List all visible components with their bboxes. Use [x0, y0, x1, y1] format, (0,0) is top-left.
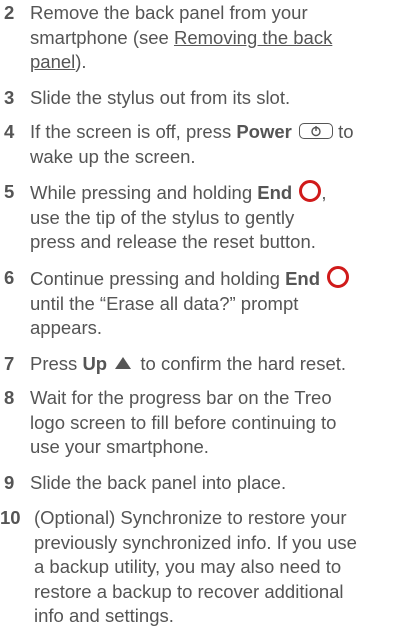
- step-line: Wait for the progress bar on the Treo: [30, 387, 332, 408]
- step-text: Remove the back panel from your smartpho…: [30, 1, 406, 75]
- step-line: panel).: [30, 50, 406, 75]
- step-text: (Optional) Synchronize to restore your p…: [34, 506, 406, 629]
- up-key-label: Up: [82, 353, 108, 374]
- power-key-label: Power: [236, 121, 292, 142]
- step-number: 2: [4, 2, 15, 23]
- step-line-text: ,: [321, 182, 327, 203]
- removing-back-panel-link[interactable]: Removing the back: [174, 27, 332, 48]
- power-button-icon: [299, 123, 334, 139]
- step-line: info and settings.: [34, 605, 174, 626]
- step-number: 3: [4, 87, 15, 108]
- step-line: use the tip of the stylus to gently: [30, 206, 295, 228]
- step-number: 7: [4, 353, 15, 374]
- step-line: previously synchronized info. If you use: [34, 531, 357, 553]
- step-line-text: Continue pressing and holding: [30, 268, 286, 289]
- step-line-text: smartphone (see: [30, 26, 174, 48]
- end-key-label: End: [257, 182, 293, 203]
- step-line: use your smartphone.: [30, 436, 209, 457]
- step-number: 8: [4, 387, 15, 408]
- up-arrow-icon: [115, 357, 132, 369]
- step-number: 10: [0, 507, 21, 528]
- step-text: If the screen is off, press Power to wak…: [30, 120, 406, 169]
- step-line-text: to: [333, 121, 354, 142]
- step-line: restore a backup to recover additional: [34, 580, 344, 602]
- step-text: Slide the back panel into place.: [30, 472, 287, 493]
- step-line-text: ).: [75, 51, 87, 72]
- step-text: Press Up to confirm the hard reset.: [30, 352, 406, 377]
- step-text: Wait for the progress bar on the Treo lo…: [30, 386, 406, 460]
- end-key-label: End: [285, 268, 321, 289]
- step-line-text: If the screen is off, press: [30, 121, 237, 142]
- step-line: press and release the reset button.: [30, 231, 316, 252]
- step-number: 5: [4, 181, 15, 202]
- step-text: Slide the stylus out from its slot.: [30, 87, 291, 108]
- removing-back-panel-link-cont[interactable]: panel: [30, 51, 75, 72]
- step-line-text: Press: [30, 353, 83, 374]
- step-line: a backup utility, you may also need to: [34, 556, 342, 577]
- step-text: Continue pressing and holding End until …: [30, 266, 406, 341]
- end-button-icon: [299, 180, 322, 202]
- step-number: 4: [4, 121, 15, 142]
- step-line-text: to confirm the hard reset.: [135, 353, 347, 374]
- step-line: appears.: [30, 317, 102, 338]
- step-line: until the “Erase all data?” prompt: [30, 292, 299, 314]
- step-number: 9: [4, 472, 15, 493]
- step-line: While pressing and holding End ,: [30, 180, 406, 206]
- step-line-text: While pressing and holding: [30, 182, 258, 203]
- step-line: Remove the back panel from your: [30, 2, 308, 23]
- step-number: 6: [4, 267, 15, 288]
- step-text: While pressing and holding End , use the…: [30, 180, 406, 255]
- step-line: (Optional) Synchronize to restore your: [34, 507, 347, 528]
- step-line: Continue pressing and holding End: [30, 266, 406, 292]
- step-line: If the screen is off, press Power to: [30, 120, 406, 145]
- step-line: wake up the screen.: [30, 145, 196, 167]
- step-line: logo screen to fill before continuing to: [30, 411, 337, 433]
- step-line: smartphone (see Removing the back: [30, 26, 406, 51]
- end-button-icon: [327, 266, 350, 288]
